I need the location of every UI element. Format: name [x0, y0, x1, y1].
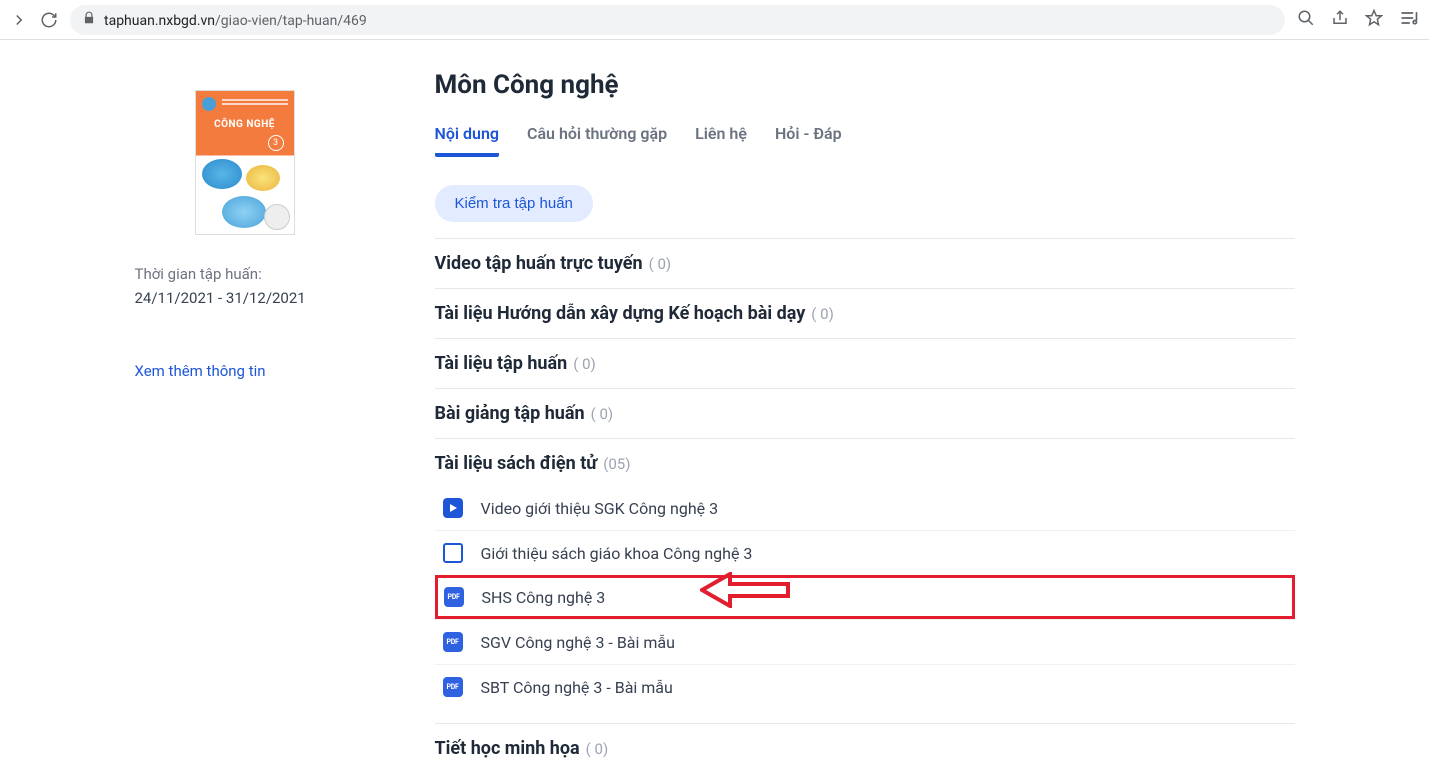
browser-toolbar: taphuan.nxbgd.vn/giao-vien/tap-huan/469 — [0, 0, 1429, 40]
list-item[interactable]: PDF SBT Công nghệ 3 - Bài mẫu — [435, 664, 1295, 709]
section-title: Tiết học minh họa — [435, 738, 580, 759]
url-bar[interactable]: taphuan.nxbgd.vn/giao-vien/tap-huan/469 — [70, 5, 1285, 35]
item-label: SHS Công nghệ 3 — [482, 588, 606, 607]
page-title: Môn Công nghệ — [435, 70, 1295, 100]
check-training-button[interactable]: Kiểm tra tập huấn — [435, 185, 593, 222]
doc-icon — [443, 543, 463, 563]
list-item[interactable]: PDF SGV Công nghệ 3 - Bài mẫu — [435, 619, 1295, 664]
section-training-lectures[interactable]: Bài giảng tập huấn ( 0) — [435, 388, 1295, 438]
annotation-arrow-icon — [700, 572, 790, 608]
section-count: ( 0) — [573, 355, 596, 373]
url-host: taphuan.nxbgd.vn/giao-vien/tap-huan/469 — [104, 10, 367, 29]
sidebar: CÔNG NGHỆ 3 Thời gian tập huấn: 24/11/20… — [135, 60, 355, 773]
main-content: Môn Công nghệ Nội dung Câu hỏi thường gặ… — [435, 60, 1295, 773]
item-label: Giới thiệu sách giáo khoa Công nghệ 3 — [481, 544, 753, 563]
item-label: SBT Công nghệ 3 - Bài mẫu — [481, 678, 673, 697]
tab-hoi-dap[interactable]: Hỏi - Đáp — [775, 124, 842, 157]
section-training-materials[interactable]: Tài liệu tập huấn ( 0) — [435, 338, 1295, 388]
pdf-icon: PDF — [443, 677, 463, 697]
section-title: Video tập huấn trực tuyến — [435, 253, 643, 274]
section-title: Tài liệu Hướng dẫn xây dựng Kế hoạch bài… — [435, 303, 806, 324]
tab-noi-dung[interactable]: Nội dung — [435, 124, 499, 157]
item-label: Video giới thiệu SGK Công nghệ 3 — [481, 499, 719, 518]
training-time-range: 24/11/2021 - 31/12/2021 — [135, 289, 355, 307]
reload-icon[interactable] — [40, 11, 58, 29]
section-count: ( 0) — [811, 305, 834, 323]
share-icon[interactable] — [1331, 9, 1349, 31]
section-title: Tài liệu tập huấn — [435, 353, 568, 374]
star-icon[interactable] — [1365, 9, 1383, 31]
zoom-icon[interactable] — [1297, 9, 1315, 31]
section-ebook-materials: Tài liệu sách điện tử (05) Video giới th… — [435, 438, 1295, 723]
book-cover: CÔNG NGHỆ 3 — [195, 90, 295, 235]
section-demo-lesson[interactable]: Tiết học minh họa ( 0) — [435, 723, 1295, 773]
training-time-label: Thời gian tập huấn: — [135, 265, 355, 283]
section-title: Tài liệu sách điện tử — [435, 453, 598, 474]
lock-icon — [82, 10, 96, 29]
list-item[interactable]: Video giới thiệu SGK Công nghệ 3 — [435, 486, 1295, 530]
section-video-training[interactable]: Video tập huấn trực tuyến ( 0) — [435, 238, 1295, 288]
tabs: Nội dung Câu hỏi thường gặp Liên hệ Hỏi … — [435, 124, 1295, 157]
list-item[interactable]: Giới thiệu sách giáo khoa Công nghệ 3 — [435, 530, 1295, 575]
section-count: ( 0) — [586, 740, 609, 758]
tab-lien-he[interactable]: Liên hệ — [695, 124, 747, 157]
section-count: ( 0) — [649, 255, 672, 273]
pdf-icon: PDF — [443, 632, 463, 652]
playlist-icon[interactable] — [1399, 8, 1419, 32]
pdf-icon: PDF — [444, 587, 464, 607]
tab-cau-hoi[interactable]: Câu hỏi thường gặp — [527, 124, 667, 157]
forward-arrow-icon[interactable] — [10, 11, 28, 29]
list-item-highlighted[interactable]: PDF SHS Công nghệ 3 — [435, 575, 1295, 619]
section-count: (05) — [603, 455, 630, 473]
section-lesson-plan-guide[interactable]: Tài liệu Hướng dẫn xây dựng Kế hoạch bài… — [435, 288, 1295, 338]
section-count: ( 0) — [591, 405, 614, 423]
item-label: SGV Công nghệ 3 - Bài mẫu — [481, 633, 675, 652]
section-title: Bài giảng tập huấn — [435, 403, 585, 424]
video-icon — [443, 498, 463, 518]
more-info-link[interactable]: Xem thêm thông tin — [135, 362, 355, 380]
